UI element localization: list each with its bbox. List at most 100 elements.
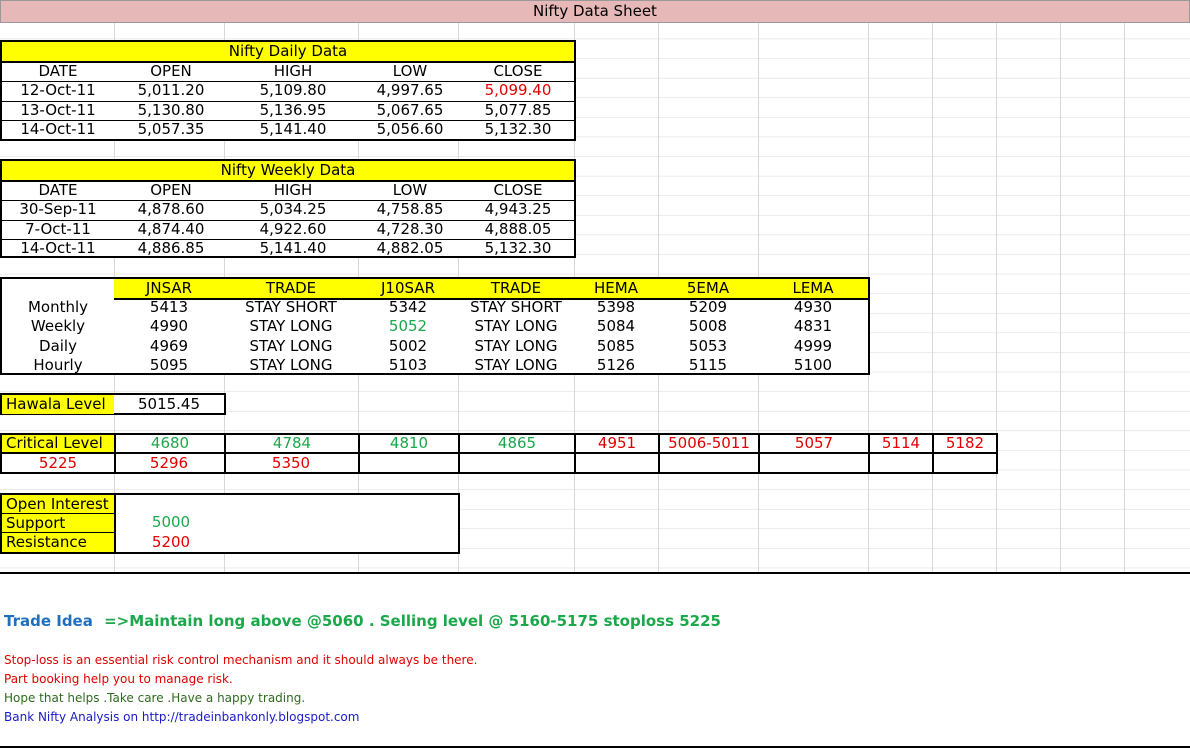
critical-level-value: 5114 <box>881 434 921 452</box>
value-cell: 5,057.35 <box>137 120 205 139</box>
value-cell: 4,882.05 <box>376 239 444 258</box>
oi-label: Open Interest <box>2 495 114 514</box>
indicator-value: STAY LONG <box>474 317 558 336</box>
indicator-column-header: TRADE <box>265 279 317 297</box>
timeframe-label: Monthly <box>27 298 89 316</box>
indicator-value: 4990 <box>149 317 189 336</box>
indicator-value: STAY LONG <box>474 355 558 374</box>
date-cell: 12-Oct-11 <box>20 81 96 99</box>
value-cell: 5,141.40 <box>259 120 327 139</box>
sheet-title: Nifty Data Sheet <box>0 0 1190 23</box>
indicator-column-header: TRADE <box>490 279 542 297</box>
value-cell: 5,130.80 <box>137 100 205 119</box>
critical-level-value: 5350 <box>271 454 311 472</box>
value-cell: 4,997.65 <box>376 81 444 99</box>
indicator-column-header: HEMA <box>594 279 638 297</box>
indicator-value: STAY LONG <box>474 336 558 355</box>
indicator-value: 4999 <box>793 336 833 355</box>
indicator-column-header: LEMA <box>792 279 834 297</box>
indicator-value: 5053 <box>688 336 728 355</box>
hawala-value: 5015.45 <box>137 395 201 413</box>
weekly-heading: Nifty Weekly Data <box>2 161 574 182</box>
indicator-value: 5002 <box>388 336 428 355</box>
indicator-value: 5126 <box>596 355 636 374</box>
date-cell: 30-Sep-11 <box>19 200 97 218</box>
note-stoploss: Stop-loss is an essential risk control m… <box>4 653 478 667</box>
column-header: HIGH <box>273 181 313 199</box>
date-cell: 14-Oct-11 <box>20 239 96 258</box>
trade-idea-text: =>Maintain long above @5060 . Selling le… <box>104 612 721 630</box>
value-cell: 5,136.95 <box>259 100 327 119</box>
value-cell: 4,943.25 <box>484 200 552 218</box>
value-cell: 4,758.85 <box>376 200 444 218</box>
indicator-value: 5103 <box>388 355 428 374</box>
value-cell: 4,886.85 <box>137 239 205 258</box>
critical-level-value: 5225 <box>38 454 78 472</box>
critical-level-value: 4810 <box>389 434 429 452</box>
indicator-column-header: J10SAR <box>381 279 435 297</box>
indicator-column-header: JNSAR <box>145 279 193 297</box>
column-header: DATE <box>38 181 78 199</box>
value-cell: 5,132.30 <box>484 239 552 258</box>
column-header: HIGH <box>273 62 313 80</box>
indicator-column-header <box>2 279 114 298</box>
value-cell: 5,109.80 <box>259 81 327 99</box>
support-value: 5000 <box>151 513 191 531</box>
indicator-value: STAY LONG <box>249 355 333 374</box>
critical-level-value: 4951 <box>597 434 637 452</box>
value-cell: 4,888.05 <box>484 219 552 238</box>
date-cell: 7-Oct-11 <box>25 219 91 238</box>
indicator-value: 4969 <box>149 336 189 355</box>
column-header: LOW <box>392 181 428 199</box>
indicator-value: 5209 <box>688 298 728 316</box>
critical-level-value: 4865 <box>497 434 537 452</box>
value-cell: 4,878.60 <box>137 200 205 218</box>
indicator-value: 4930 <box>793 298 833 316</box>
support-label: Support <box>2 514 114 533</box>
column-header: OPEN <box>150 181 192 199</box>
column-header: CLOSE <box>493 181 543 199</box>
resistance-label: Resistance <box>2 533 114 552</box>
note-blog-link[interactable]: Bank Nifty Analysis on http://tradeinban… <box>4 710 359 724</box>
value-cell: 5,034.25 <box>259 200 327 218</box>
date-cell: 13-Oct-11 <box>20 100 96 119</box>
value-cell: 5,056.60 <box>376 120 444 139</box>
critical-level-value: 5296 <box>149 454 189 472</box>
indicator-value: 4831 <box>793 317 833 336</box>
note-happy-trading: Hope that helps .Take care .Have a happy… <box>4 691 306 705</box>
timeframe-label: Hourly <box>33 355 83 374</box>
value-cell: 5,099.40 <box>484 81 552 99</box>
critical-col-border <box>996 433 998 474</box>
timeframe-label: Daily <box>39 336 77 355</box>
column-header: OPEN <box>150 62 192 80</box>
indicator-value: 5052 <box>388 317 428 336</box>
indicator-value: 5100 <box>793 355 833 374</box>
critical-level-value: 5006-5011 <box>668 434 750 452</box>
indicator-value: 5085 <box>596 336 636 355</box>
indicator-value: STAY LONG <box>249 336 333 355</box>
value-cell: 4,728.30 <box>376 219 444 238</box>
trade-idea-label: Trade Idea <box>4 612 93 630</box>
column-header: LOW <box>392 62 428 80</box>
date-cell: 14-Oct-11 <box>20 120 96 139</box>
indicator-value: 5008 <box>688 317 728 336</box>
critical-level-value: 5182 <box>945 434 985 452</box>
indicator-value: 5084 <box>596 317 636 336</box>
timeframe-label: Weekly <box>30 317 86 336</box>
note-part-booking: Part booking help you to manage risk. <box>4 672 233 686</box>
value-cell: 5,077.85 <box>484 100 552 119</box>
indicator-value: 5342 <box>388 298 428 316</box>
daily-heading: Nifty Daily Data <box>2 42 574 63</box>
trade-idea: Trade Idea =>Maintain long above @5060 .… <box>4 612 721 630</box>
value-cell: 5,067.65 <box>376 100 444 119</box>
indicator-value: 5398 <box>596 298 636 316</box>
indicator-column-header: 5EMA <box>686 279 730 297</box>
indicator-value: 5413 <box>149 298 189 316</box>
critical-label: Critical Level <box>2 435 114 452</box>
indicator-value: STAY LONG <box>249 317 333 336</box>
column-header: DATE <box>38 62 78 80</box>
indicator-value: STAY SHORT <box>245 298 337 316</box>
value-cell: 5,141.40 <box>259 239 327 258</box>
indicator-value: STAY SHORT <box>470 298 562 316</box>
critical-level-value: 4680 <box>150 434 190 452</box>
